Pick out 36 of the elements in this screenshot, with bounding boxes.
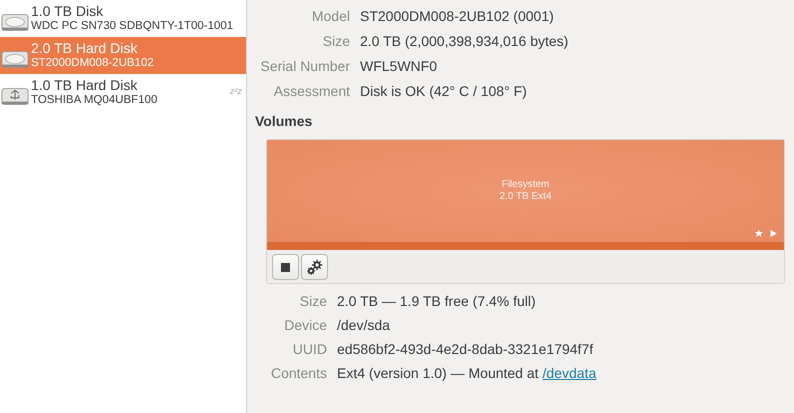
field-label: UUID (292, 340, 327, 359)
disk-model: TOSHIBA MQ04UBF100 (31, 92, 158, 108)
standby-indicator: zᶻz (230, 86, 242, 96)
settings-button[interactable] (301, 254, 328, 280)
field-label: Device (283, 316, 327, 335)
field-value: /dev/sda (337, 316, 391, 335)
field-label: Size (322, 32, 350, 51)
stop-icon (281, 262, 290, 272)
gears-icon (306, 258, 323, 276)
field-label: Serial Number (260, 57, 350, 76)
field-label: Size (298, 292, 327, 311)
field-value: 2.0 TB — 1.9 TB free (7.4% full) (337, 292, 537, 311)
disk-model: ST2000DM008-2UB102 (31, 56, 154, 70)
field-value: WFL5WNF0 (360, 57, 438, 76)
disk-title: 1.0 TB Disk (31, 4, 104, 18)
field-value: ed586bf2-493d-4e2d-8dab-3321e1794f7f (337, 340, 594, 359)
disk-list-item[interactable]: 2.0 TB Hard Disk ST2000DM008-2UB102 (0, 37, 246, 74)
stop-button[interactable] (272, 254, 299, 280)
mount-point-link[interactable]: /devdata (542, 365, 596, 381)
star-play-icon (754, 229, 778, 238)
field-value: ST2000DM008-2UB102 (0001) (360, 7, 555, 26)
disk-model: WDC PC SN730 SDBQNTY-1T00-1001 (31, 18, 234, 34)
disk-list-item[interactable]: 1.0 TB Disk WDC PC SN730 SDBQNTY-1T00-1001 (0, 0, 246, 37)
disk-title: 2.0 TB Hard Disk (31, 40, 138, 56)
field-label: Model (310, 7, 350, 26)
partition-block[interactable]: Filesystem 2.0 TB Ext4 (267, 140, 784, 250)
disk-list-item[interactable]: 1.0 TB Hard Disk TOSHIBA MQ04UBF100 zᶻz (0, 74, 246, 111)
section-heading: Volumes (255, 113, 314, 129)
field-label: Contents (270, 364, 327, 383)
field-value: Ext4 (version 1.0) — Mounted at /devdata (337, 364, 598, 383)
partition-size: 2.0 TB Ext4 (499, 191, 552, 203)
field-label: Assessment (272, 82, 350, 101)
field-value: 2.0 TB (2,000,398,934,016 bytes) (360, 32, 570, 51)
disk-title: 1.0 TB Hard Disk (31, 78, 138, 92)
field-value: Disk is OK (42° C / 108° F) (360, 82, 528, 101)
partition-label: Filesystem (502, 179, 550, 191)
